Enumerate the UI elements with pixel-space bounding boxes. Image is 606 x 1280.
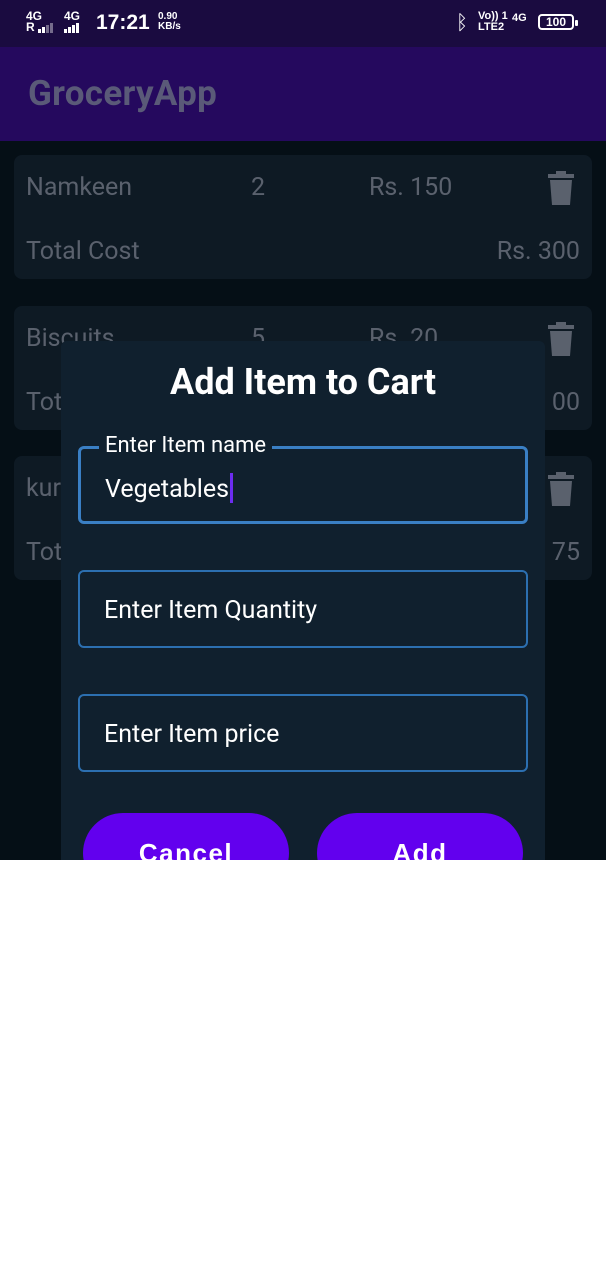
battery-level: 100: [545, 15, 567, 29]
item-name-field[interactable]: Enter Item name Vegetables: [78, 433, 528, 524]
app-title: GroceryApp: [28, 73, 218, 114]
item-name-input[interactable]: Vegetables: [105, 473, 233, 504]
cancel-button[interactable]: Cancel: [83, 813, 289, 860]
volte-indicator: Vo)) 1 LTE2: [478, 11, 508, 33]
clock: 17:21: [96, 11, 150, 34]
item-name-label: Enter Item name: [99, 433, 273, 458]
network-indicator-3: 4G: [512, 12, 527, 24]
add-button[interactable]: Add: [317, 813, 523, 860]
item-quantity-field[interactable]: Enter Item Quantity: [78, 570, 528, 648]
battery-icon: 100: [538, 14, 578, 30]
item-name-value: Vegetables: [105, 475, 229, 504]
speed-unit: KB/s: [158, 21, 181, 32]
network-indicator-2: 4G: [64, 9, 81, 33]
item-price-placeholder: Enter Item price: [104, 720, 280, 749]
network2-label: 4G: [64, 9, 81, 23]
signal-bars-icon: [38, 22, 54, 33]
text-caret: [230, 473, 233, 503]
status-bar: 4G R 4G 17:21 0.90 KB/s ᛒ Vo)) 1 LTE2 4G…: [0, 0, 606, 47]
signal-bars-icon: [64, 22, 80, 33]
bluetooth-icon: ᛒ: [456, 12, 468, 34]
roaming-label: R: [26, 20, 35, 34]
volte-bottom: LTE2: [478, 21, 505, 33]
item-quantity-placeholder: Enter Item Quantity: [104, 596, 318, 625]
network-speed: 0.90 KB/s: [158, 12, 181, 32]
network-indicator-1: 4G R: [26, 10, 54, 34]
app-screen: 4G R 4G 17:21 0.90 KB/s ᛒ Vo)) 1 LTE2 4G…: [0, 0, 606, 860]
app-bar: GroceryApp: [0, 47, 606, 141]
item-price-field[interactable]: Enter Item price: [78, 694, 528, 772]
dialog-title: Add Item to Cart: [170, 361, 436, 403]
add-item-dialog: Add Item to Cart Enter Item name Vegetab…: [61, 341, 545, 860]
